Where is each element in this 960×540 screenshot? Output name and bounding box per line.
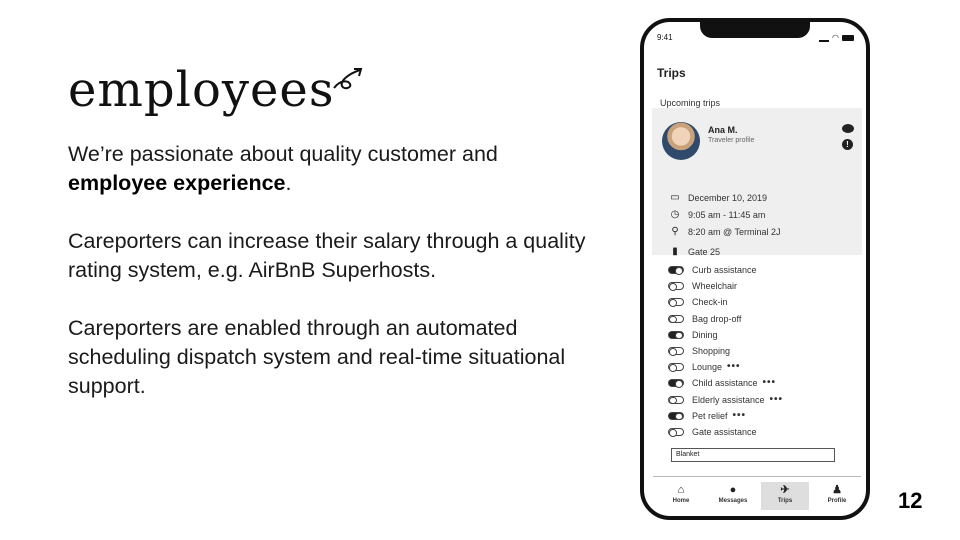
toggle-switch[interactable] bbox=[668, 428, 684, 437]
option-row[interactable]: Shopping bbox=[668, 344, 730, 358]
paragraph-dispatch: Careporters are enabled through an autom… bbox=[68, 316, 566, 398]
option-row[interactable]: Check-in bbox=[668, 295, 728, 309]
option-row[interactable]: Wheelchair bbox=[668, 279, 737, 293]
avatar[interactable] bbox=[662, 122, 700, 160]
option-row[interactable]: Curb assistance bbox=[668, 263, 757, 277]
tab-divider bbox=[653, 476, 861, 477]
screen-title: Trips bbox=[657, 66, 686, 80]
bookmark-icon: ▮ bbox=[672, 246, 678, 257]
chat-bubble-icon: ● bbox=[729, 484, 737, 496]
option-label: Gate assistance bbox=[692, 427, 757, 437]
message-icon[interactable] bbox=[842, 124, 854, 133]
trip-card[interactable]: Ana M. Traveler profile ! ▭ December 10,… bbox=[652, 108, 862, 257]
detail-date: ▭ December 10, 2019 bbox=[668, 192, 767, 203]
toggle-switch[interactable] bbox=[668, 298, 684, 307]
option-label: Lounge bbox=[692, 362, 723, 373]
option-label: Dining bbox=[692, 329, 718, 340]
more-options-icon[interactable]: ••• bbox=[727, 362, 741, 372]
tab-label: Profile bbox=[827, 498, 847, 504]
toggle-switch[interactable] bbox=[668, 266, 684, 275]
tab-profile[interactable]: ♟ Profile bbox=[813, 482, 861, 510]
traveler-role: Traveler profile bbox=[708, 137, 755, 144]
option-row[interactable]: Gate assistance bbox=[668, 425, 757, 439]
detail-date-text: December 10, 2019 bbox=[688, 192, 768, 203]
paragraph-1-bold: employee experience bbox=[68, 171, 286, 195]
detail-terminal: ⚲ 8:20 am @ Terminal 2J bbox=[668, 226, 781, 237]
airplane-icon: ✈ bbox=[780, 484, 790, 496]
phone-notch bbox=[700, 22, 810, 38]
toggle-switch[interactable] bbox=[668, 363, 684, 372]
tab-messages[interactable]: ● Messages bbox=[709, 482, 757, 510]
tab-label: Trips bbox=[777, 498, 793, 504]
toggle-switch[interactable] bbox=[668, 411, 684, 421]
tab-trips[interactable]: ✈ Trips bbox=[761, 482, 809, 510]
tab-home[interactable]: ⌂ Home bbox=[657, 482, 705, 510]
option-row[interactable]: Child assistance ••• bbox=[668, 376, 776, 390]
option-label: Bag drop-off bbox=[692, 313, 742, 324]
location-pin-icon: ⚲ bbox=[671, 226, 679, 237]
toggle-switch[interactable] bbox=[668, 330, 684, 340]
logo-text: employees bbox=[68, 62, 335, 118]
paragraph-1-period: . bbox=[285, 171, 292, 195]
calendar-icon: ▭ bbox=[670, 192, 680, 203]
toggle-switch[interactable] bbox=[668, 282, 684, 291]
alert-icon[interactable]: ! bbox=[842, 139, 853, 150]
option-row[interactable]: Elderly assistance ••• bbox=[668, 393, 783, 407]
traveler-name[interactable]: Ana M. bbox=[708, 125, 738, 135]
slide-body-text: We’re passionate about quality customer … bbox=[68, 140, 588, 430]
paragraph-quality: We’re passionate about quality customer … bbox=[68, 140, 588, 198]
tab-label: Home bbox=[672, 498, 690, 504]
option-label: Curb assistance bbox=[692, 265, 757, 275]
tab-label: Messages bbox=[718, 498, 748, 504]
option-row[interactable]: Bag drop-off bbox=[668, 312, 741, 326]
signal-icon bbox=[819, 34, 830, 42]
status-icons: ◠ bbox=[819, 33, 854, 42]
home-icon: ⌂ bbox=[677, 484, 685, 496]
option-row[interactable]: Lounge ••• bbox=[668, 360, 741, 374]
toggle-switch[interactable] bbox=[668, 379, 684, 388]
detail-terminal-text: 8:20 am @ Terminal 2J bbox=[688, 226, 781, 237]
detail-time: ◷ 9:05 am - 11:45 am bbox=[668, 209, 766, 220]
more-options-icon[interactable]: ••• bbox=[733, 410, 747, 421]
phone-mockup: 9:41 ◠ Trips Upcoming trips Ana M. Trave… bbox=[640, 18, 870, 520]
person-icon: ♟ bbox=[832, 484, 842, 496]
option-row[interactable]: Dining bbox=[668, 328, 718, 342]
more-options-icon[interactable]: ••• bbox=[763, 378, 777, 388]
detail-gate: ▮ Gate 25 bbox=[668, 246, 720, 257]
option-row[interactable]: Pet relief ••• bbox=[668, 409, 746, 423]
option-label: Shopping bbox=[692, 346, 731, 356]
option-label: Wheelchair bbox=[692, 281, 738, 292]
toggle-switch[interactable] bbox=[668, 314, 684, 324]
status-time: 9:41 bbox=[657, 33, 673, 42]
employees-logo: employees bbox=[68, 60, 364, 120]
more-options-icon[interactable]: ••• bbox=[770, 394, 784, 405]
wifi-icon: ◠ bbox=[832, 33, 839, 42]
toggle-switch[interactable] bbox=[668, 347, 684, 356]
option-label: Elderly assistance bbox=[692, 394, 765, 405]
option-label: Child assistance bbox=[692, 378, 758, 389]
detail-time-text: 9:05 am - 11:45 am bbox=[688, 209, 766, 220]
battery-icon bbox=[842, 34, 854, 41]
page-number: 12 bbox=[898, 488, 923, 513]
notes-field[interactable]: Blanket bbox=[671, 448, 835, 462]
section-label: Upcoming trips bbox=[660, 98, 721, 108]
toggle-switch[interactable] bbox=[668, 395, 684, 405]
paragraph-1-text: We’re passionate about quality customer … bbox=[68, 142, 498, 166]
paragraph-salary: Careporters can increase their salary th… bbox=[68, 229, 586, 282]
detail-gate-text: Gate 25 bbox=[688, 246, 721, 257]
option-label: Check-in bbox=[692, 297, 728, 308]
option-label: Pet relief bbox=[692, 410, 728, 421]
clock-icon: ◷ bbox=[670, 209, 680, 220]
tab-bar: ⌂ Home ● Messages ✈ Trips ♟ Profile bbox=[657, 482, 861, 510]
arrow-flourish-icon bbox=[333, 68, 363, 90]
